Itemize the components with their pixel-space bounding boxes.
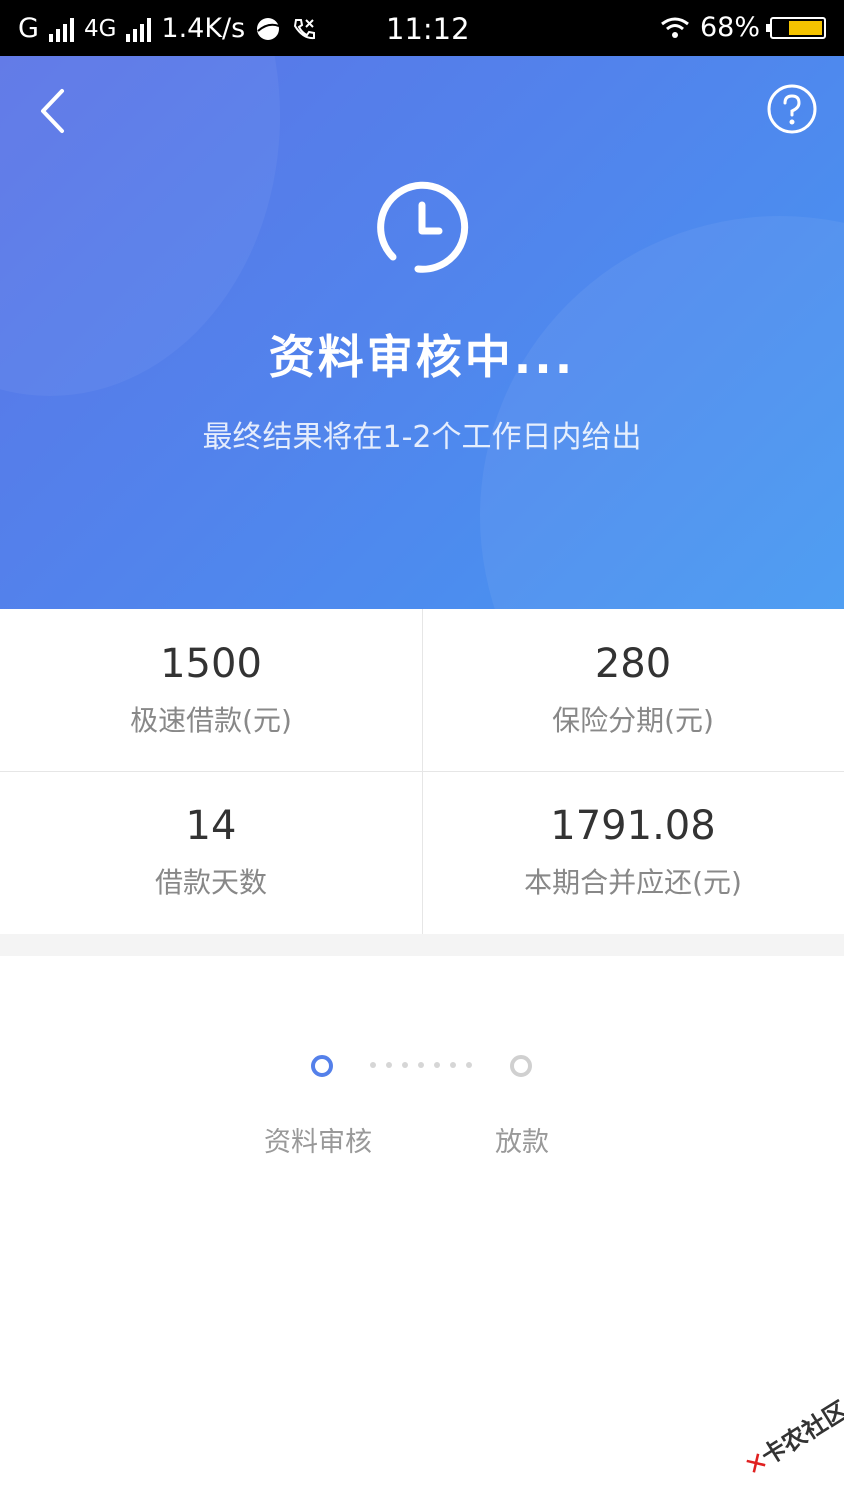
page-title: 资料审核中... [268, 330, 576, 384]
signal-icon [126, 16, 152, 42]
progress-connector-dot [386, 1062, 392, 1068]
stat-label: 本期合并应还(元) [524, 866, 742, 899]
stat-value: 1791.08 [550, 803, 716, 849]
progress-connector-dot [402, 1062, 408, 1068]
progress-connector-dot [434, 1062, 440, 1068]
missed-call-icon [294, 18, 316, 39]
stat-total-due: 1791.08 本期合并应还(元) [422, 771, 844, 933]
progress-connector-dot [466, 1062, 472, 1068]
status-left: G 4G 1.4K/s [18, 13, 317, 44]
browser-icon [257, 17, 280, 40]
status-bar: G 4G 1.4K/s 11:12 68% [0, 0, 844, 56]
progress-connector-dot [418, 1062, 424, 1068]
step-dot-review [311, 1055, 333, 1077]
grid-divider [0, 771, 844, 772]
help-button[interactable] [766, 83, 818, 135]
carrier-1-label: G [18, 13, 39, 44]
loan-summary-grid: 1500 极速借款(元) 280 保险分期(元) 14 借款天数 1791.08… [0, 609, 844, 934]
stat-insurance: 280 保险分期(元) [422, 609, 844, 771]
section-separator [0, 934, 844, 956]
stat-value: 14 [185, 803, 237, 849]
back-arrow-icon [41, 89, 64, 133]
stat-value: 280 [594, 641, 672, 687]
stat-label: 借款天数 [154, 866, 267, 899]
network-speed: 1.4K/s [161, 13, 246, 44]
community-watermark: ✕ 卡农社区 [731, 1391, 844, 1503]
carrier-2-label: 4G [83, 15, 117, 42]
clock-time: 11:12 [386, 12, 470, 46]
step-label-disbursement: 放款 [495, 1127, 549, 1158]
help-icon [767, 84, 817, 134]
status-right: 68% [660, 12, 826, 43]
stat-label: 保险分期(元) [552, 704, 714, 737]
progress-connector-dot [450, 1062, 456, 1068]
battery-percent: 68% [699, 12, 760, 43]
step-dot-disbursement [510, 1055, 532, 1077]
signal-icon [48, 16, 74, 42]
page-subtitle: 最终结果将在1-2个工作日内给出 [202, 420, 642, 455]
stat-label: 极速借款(元) [130, 704, 292, 737]
clock-icon [377, 181, 469, 273]
step-label-review: 资料审核 [264, 1127, 372, 1158]
stat-loan-amount: 1500 极速借款(元) [0, 609, 422, 771]
progress-connector-dot [370, 1062, 376, 1068]
wifi-icon [661, 17, 689, 38]
battery-icon [766, 16, 826, 39]
back-button[interactable] [30, 86, 80, 136]
watermark-text: 卡农社区 [756, 1395, 844, 1471]
stat-value: 1500 [160, 641, 262, 687]
review-header: 资料审核中... 最终结果将在1-2个工作日内给出 [0, 56, 844, 609]
stat-loan-days: 14 借款天数 [0, 771, 422, 933]
